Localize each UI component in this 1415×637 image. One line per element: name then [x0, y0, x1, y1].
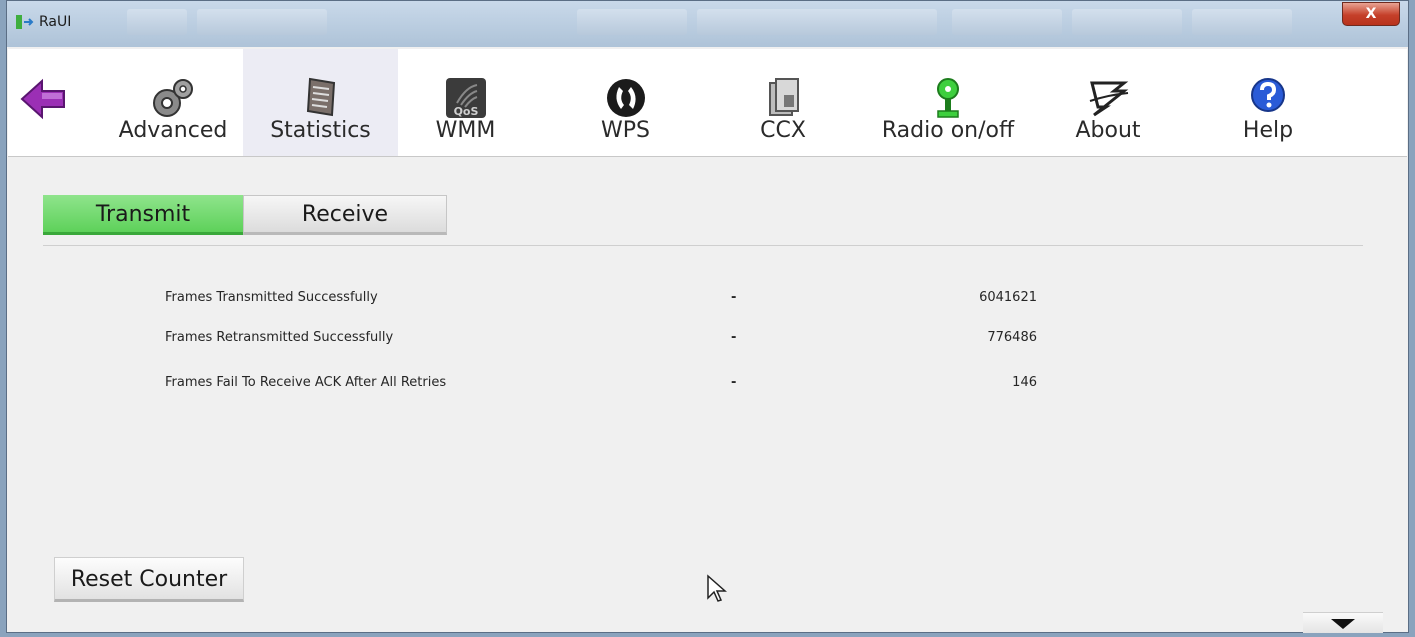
stat-label: Frames Transmitted Successfully [165, 290, 378, 305]
toolbar-ccx-label: CCX [760, 118, 806, 143]
toolbar-wps[interactable]: WPS [563, 49, 688, 156]
taskbar-blur [197, 9, 327, 35]
taskbar-blur [1192, 9, 1292, 35]
toolbar-wmm[interactable]: QoS WMM [398, 49, 533, 156]
stat-value: 146 [1012, 375, 1037, 390]
tab-receive[interactable]: Receive [243, 195, 447, 235]
stat-row: Frames Retransmitted Successfully - 7764… [7, 330, 1037, 352]
statistics-icon [306, 77, 335, 117]
triangle-down-icon [1331, 619, 1355, 629]
toolbar-statistics[interactable]: Statistics [243, 49, 398, 156]
qos-icon-text: QoS [453, 105, 478, 118]
taskbar-blur [577, 9, 687, 35]
toolbar-advanced-label: Advanced [118, 118, 228, 143]
stat-separator: - [731, 330, 737, 345]
mouse-cursor-icon [707, 574, 727, 602]
divider [43, 245, 1363, 246]
taskbar-blur [127, 9, 187, 35]
toolbar-help-label: Help [1242, 118, 1294, 143]
toolbar-statistics-label: Statistics [270, 118, 371, 143]
gears-icon [153, 79, 193, 117]
raui-window: RaUI X Advanced Statistics QoS WMM WPS C… [6, 0, 1409, 633]
toolbar-help[interactable]: Help [1208, 49, 1328, 156]
back-button[interactable] [20, 77, 66, 121]
ccx-icon [769, 78, 799, 116]
toolbar-radio-label: Radio on/off [881, 118, 1015, 143]
toolbar-about-label: About [1075, 118, 1141, 143]
toolbar-advanced[interactable]: Advanced [103, 49, 243, 156]
wps-icon [606, 79, 645, 117]
toolbar-radio[interactable]: Radio on/off [868, 49, 1028, 156]
window-title: RaUI [39, 14, 72, 30]
stat-label: Frames Retransmitted Successfully [165, 330, 394, 345]
taskbar-blur [952, 9, 1062, 35]
tab-transmit[interactable]: Transmit [43, 195, 243, 235]
toolbar-about[interactable]: About [1048, 49, 1168, 156]
taskbar-blur [697, 9, 937, 35]
toolbar: Advanced Statistics QoS WMM WPS CCX Radi… [8, 49, 1407, 157]
toolbar-ccx[interactable]: CCX [718, 49, 848, 156]
close-button[interactable]: X [1342, 2, 1400, 26]
stat-separator: - [731, 375, 737, 390]
toolbar-wps-label: WPS [601, 118, 650, 143]
stat-label: Frames Fail To Receive ACK After All Ret… [165, 375, 447, 390]
stat-separator: - [731, 290, 737, 305]
back-arrow-icon [20, 78, 65, 120]
stat-value: 776486 [987, 330, 1037, 345]
radio-icon [937, 78, 959, 118]
taskbar-blur [1072, 9, 1182, 35]
wmm-qos-icon: QoS [445, 78, 486, 118]
title-bar: RaUI X [7, 1, 1408, 47]
reset-counter-button[interactable]: Reset Counter [54, 557, 244, 602]
app-logo-icon [16, 15, 34, 29]
about-icon [1089, 81, 1129, 117]
stat-value: 6041621 [979, 290, 1037, 305]
help-icon [1251, 78, 1285, 112]
stat-row: Frames Fail To Receive ACK After All Ret… [7, 375, 1037, 397]
stat-row: Frames Transmitted Successfully - 604162… [7, 290, 1037, 312]
scroll-down-button[interactable] [1303, 612, 1383, 633]
toolbar-wmm-label: WMM [435, 118, 496, 143]
